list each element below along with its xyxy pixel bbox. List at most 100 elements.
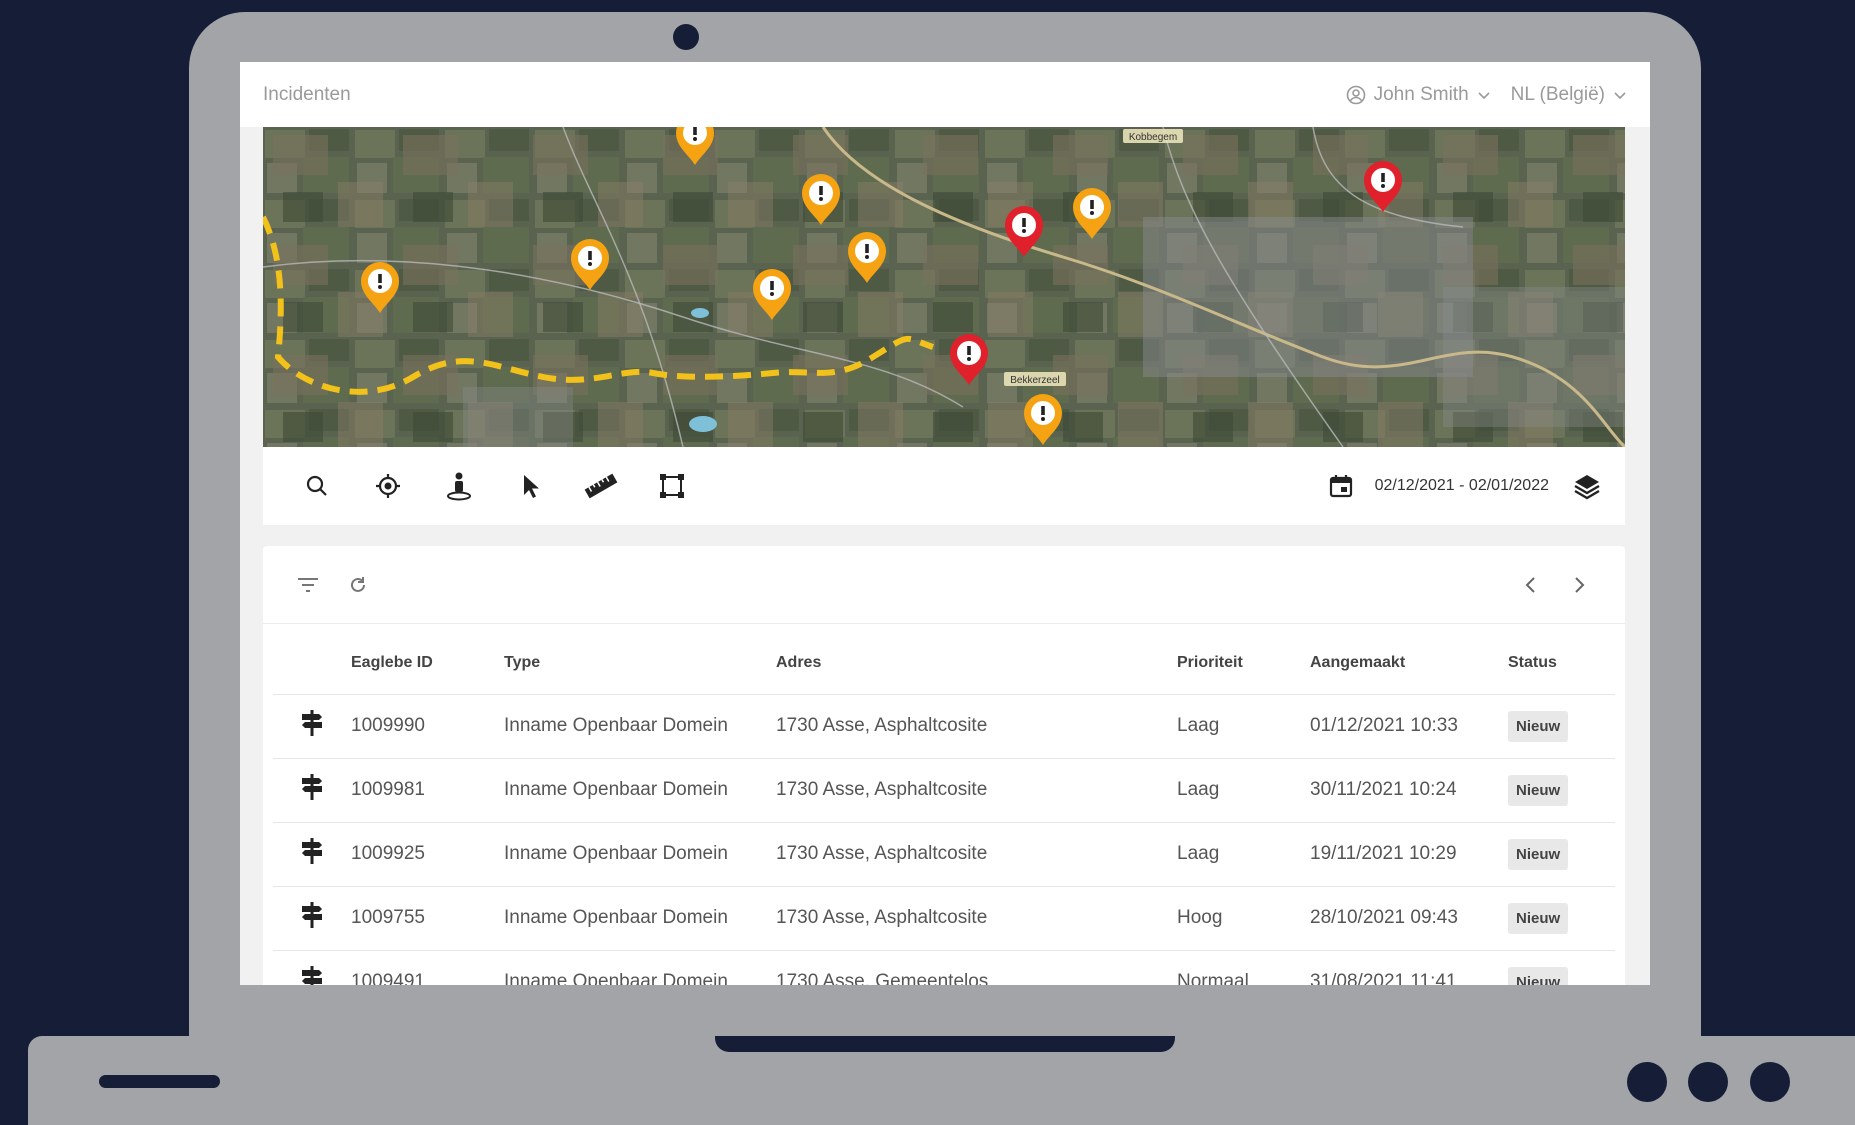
incident-id: 1009925 [351,821,504,886]
measure-button[interactable] [565,466,636,506]
incident-table: Eaglebe ID Type Adres Prioriteit Aangema… [273,624,1615,985]
incident-map[interactable]: Kobbegem Bekkerzeel [263,127,1625,447]
urban-area [1143,217,1473,377]
table-header-row: Eaglebe ID Type Adres Prioriteit Aangema… [273,624,1615,694]
incident-priority: Laag [1177,757,1310,822]
incident-id: 1009990 [351,693,504,758]
incident-status-cell: Nieuw [1508,885,1615,950]
draw-polygon-icon [659,474,684,498]
incident-status-cell: Nieuw [1508,949,1615,985]
draw-polygon-button[interactable] [636,466,707,506]
map-canvas[interactable]: Kobbegem Bekkerzeel [263,127,1625,447]
list-header [263,546,1625,624]
page-title: Incidenten [263,83,351,105]
column-header-id[interactable]: Eaglebe ID [351,624,504,694]
incident-list-panel: Eaglebe ID Type Adres Prioriteit Aangema… [263,546,1625,985]
chevron-down-icon [1614,91,1626,99]
app-header: Incidenten John Smith NL (België) [240,62,1650,127]
row-type-icon-cell [273,885,351,950]
incident-id: 1009755 [351,885,504,950]
row-type-icon-cell [273,949,351,985]
water [689,416,717,432]
measure-ruler-icon [584,473,617,499]
incident-type: Inname Openbaar Domein [504,821,776,886]
incident-address: 1730 Asse, Asphaltcosite [776,885,1177,950]
place-label-kobbegem: Kobbegem [1123,129,1183,143]
incident-address: 1730 Asse, Gemeentelos [776,949,1177,985]
signpost-icon [302,774,322,800]
layers-button[interactable] [1567,466,1607,506]
incident-status-cell: Nieuw [1508,757,1615,822]
next-page-button[interactable] [1555,565,1605,605]
app-screen: Incidenten John Smith NL (België) Kobbeg… [240,62,1650,985]
incident-type: Inname Openbaar Domein [504,885,776,950]
incident-created: 31/08/2021 11:41 [1310,949,1508,985]
water [691,308,709,318]
camera-icon [673,24,699,50]
incident-priority: Normaal [1177,949,1310,985]
column-header-type[interactable]: Type [504,624,776,694]
svg-text:Kobbegem: Kobbegem [1129,132,1177,143]
table-row[interactable]: 1009491 Inname Openbaar Domein 1730 Asse, … [273,949,1615,985]
urban-area [1443,287,1625,427]
signpost-icon [302,902,322,928]
filter-icon [298,577,318,592]
user-menu[interactable]: John Smith [1346,84,1491,106]
user-name: John Smith [1373,83,1469,105]
language-select[interactable]: NL (België) [1511,84,1627,106]
street-view-button[interactable] [423,466,494,506]
column-header-icon [273,624,351,694]
table-row[interactable]: 1009755 Inname Openbaar Domein 1730 Asse, … [273,885,1615,950]
status-badge: Nieuw [1508,902,1569,934]
incident-id: 1009981 [351,757,504,822]
date-picker-button[interactable] [1321,466,1361,506]
filter-button[interactable] [283,565,333,605]
chevron-left-icon [1525,576,1535,593]
calendar-icon [1329,475,1352,498]
search-button[interactable] [281,466,352,506]
layers-icon [1574,475,1600,500]
row-type-icon-cell [273,757,351,822]
chevron-down-icon [1478,91,1490,99]
street-view-icon [446,472,471,501]
column-header-priority[interactable]: Prioriteit [1177,624,1310,694]
table-row[interactable]: 1009990 Inname Openbaar Domein 1730 Asse, … [273,693,1615,758]
column-header-address[interactable]: Adres [776,624,1177,694]
incident-address: 1730 Asse, Asphaltcosite [776,821,1177,886]
account-circle-icon [1346,85,1365,104]
incident-type: Inname Openbaar Domein [504,693,776,758]
laptop-dot [1750,1062,1790,1102]
incident-type: Inname Openbaar Domein [504,949,776,985]
search-icon [306,475,327,496]
table-row[interactable]: 1009925 Inname Openbaar Domein 1730 Asse, … [273,821,1615,886]
svg-text:Bekkerzeel: Bekkerzeel [1010,375,1059,386]
status-badge: Nieuw [1508,838,1569,870]
map-toolbar: 02/12/2021 - 02/01/2022 [263,447,1625,525]
incident-created: 19/11/2021 10:29 [1310,821,1508,886]
laptop-dot [1627,1062,1667,1102]
laptop-slot [99,1075,220,1088]
locate-button[interactable] [352,466,423,506]
incident-priority: Hoog [1177,885,1310,950]
laptop-notch [715,1036,1175,1052]
column-header-status[interactable]: Status [1508,624,1615,694]
incident-type: Inname Openbaar Domein [504,757,776,822]
select-pointer-icon [523,475,539,498]
select-button[interactable] [494,466,565,506]
incident-address: 1730 Asse, Asphaltcosite [776,693,1177,758]
laptop-mockup: Incidenten John Smith NL (België) Kobbeg… [0,0,1855,1125]
urban-area [463,387,573,447]
date-range-label[interactable]: 02/12/2021 - 02/01/2022 [1375,477,1549,495]
status-badge: Nieuw [1508,710,1569,742]
incident-priority: Laag [1177,693,1310,758]
previous-page-button[interactable] [1505,565,1555,605]
refresh-icon [351,576,365,592]
chevron-right-icon [1575,576,1585,593]
incident-id: 1009491 [351,949,504,985]
refresh-button[interactable] [333,565,383,605]
laptop-dot [1688,1062,1728,1102]
column-header-created[interactable]: Aangemaakt [1310,624,1508,694]
incident-created: 28/10/2021 09:43 [1310,885,1508,950]
signpost-icon [302,710,322,736]
table-row[interactable]: 1009981 Inname Openbaar Domein 1730 Asse, … [273,757,1615,822]
